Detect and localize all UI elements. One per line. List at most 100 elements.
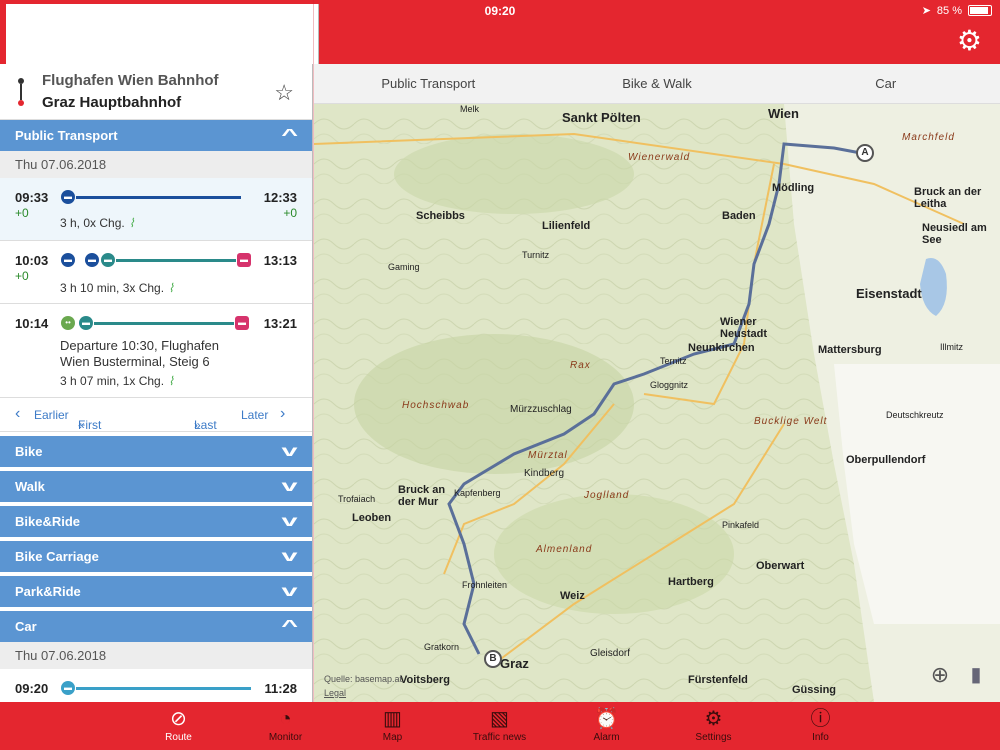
map-label-bucklige-welt: Bucklige Welt xyxy=(754,416,828,427)
tab-public-transport[interactable]: Public Transport xyxy=(314,64,543,103)
tab-car[interactable]: Car xyxy=(771,64,1000,103)
top-bar: iPad ◠ 09:20 ➤ 85 % ‹ Journeyplanner Con… xyxy=(0,0,1000,642)
chevron-right-icon[interactable]: › xyxy=(280,405,285,423)
map-copyright: Quelle: basemap.at xyxy=(324,674,403,684)
info-icon: ⓘ xyxy=(810,708,831,730)
departure-info-line1: Departure 10:30, Flughafen xyxy=(60,338,219,353)
route-dots-icon xyxy=(18,78,24,108)
back-button[interactable]: ‹ Journeyplanner xyxy=(8,31,137,53)
map-label-gloggnitz: Gloggnitz xyxy=(650,380,689,390)
train-icon: ▬ xyxy=(61,253,75,267)
tab-alarm[interactable]: ⏰ Alarm xyxy=(553,702,660,750)
map-label-lilienfeld: Lilienfeld xyxy=(542,220,591,232)
battery-percent: 85 % xyxy=(936,4,962,17)
map-label-fuerstenfeld: Fürstenfeld xyxy=(688,674,748,686)
star-icon[interactable]: ☆ xyxy=(274,80,294,106)
tab-label: Route xyxy=(165,732,192,743)
section-label: Bike&Ride xyxy=(15,514,81,529)
mode-tabs: Public Transport Bike & Walk Car xyxy=(314,64,1000,104)
departure-time: 10:03 xyxy=(15,253,49,268)
chevron-down-icon: v xyxy=(281,442,298,460)
tab-label: Alarm xyxy=(593,732,620,743)
tab-monitor[interactable]: ◔ Monitor xyxy=(232,702,339,750)
tab-traffic-news[interactable]: ▧ Traffic news xyxy=(446,702,553,750)
section-park-ride[interactable]: Park&Ride v xyxy=(0,576,312,607)
map-label-marchfeld: Marchfeld xyxy=(902,132,955,143)
arrival-delay: +0 xyxy=(283,206,297,220)
train-icon: ▬ xyxy=(61,190,75,204)
departure-time: 09:20 xyxy=(15,681,49,696)
map-label-turnitz: Turnitz xyxy=(522,250,550,260)
pager: ‹ Earlier «First Last» Later › xyxy=(0,398,312,432)
bus-icon: ▬ xyxy=(79,316,93,330)
tab-info[interactable]: ⓘ Info xyxy=(767,702,874,750)
duration-text: 3 h 10 min, 3x Chg. xyxy=(60,281,165,295)
map-label-almenland: Almenland xyxy=(536,544,593,555)
pin-destination[interactable]: B xyxy=(484,650,502,668)
map-view[interactable]: Wien Sankt Pölten Mödling Baden Eisensta… xyxy=(314,104,1000,702)
section-label: Bike Carriage xyxy=(15,549,99,564)
back-label: Journeyplanner xyxy=(19,32,137,51)
chevron-down-icon: v xyxy=(281,547,298,565)
section-car[interactable]: Car ^ xyxy=(0,611,312,642)
bus-icon: ▬ xyxy=(101,253,115,267)
map-label-neunkirchen: Neunkirchen xyxy=(688,342,755,354)
duration-text: 3 h 07 min, 1x Chg. xyxy=(60,374,165,388)
section-label: Car xyxy=(15,619,37,634)
departure-time: 10:14 xyxy=(15,316,49,331)
map-icon: ▥ xyxy=(383,708,402,730)
chevron-left-icon[interactable]: ‹ xyxy=(15,405,20,423)
later-button[interactable]: Later xyxy=(241,408,268,422)
destination-icon: ▬ xyxy=(235,316,249,330)
stop-to: Graz Hauptbahnhof xyxy=(42,94,182,111)
section-public-transport[interactable]: Public Transport ^ xyxy=(0,120,312,151)
alarm-clock-icon: ⏰ xyxy=(594,708,619,730)
clock: 09:20 xyxy=(484,4,516,18)
section-walk[interactable]: Walk v xyxy=(0,471,312,502)
leg-bar xyxy=(116,259,236,262)
map-layers-icon[interactable]: ▮ xyxy=(962,662,990,690)
map-label-neusiedl: Neusiedl am See xyxy=(922,222,987,246)
map-label-muerztal: Mürztal xyxy=(528,450,568,461)
location-arrow-icon: ➤ xyxy=(921,5,931,17)
duration: 3 h, 0x Chg. ⌇ xyxy=(60,216,135,230)
map-label-melk: Melk xyxy=(460,104,480,114)
connection-row[interactable]: 10:14 13:21 •• ▬ ▬ Departure 10:30, Flug… xyxy=(0,304,312,398)
monitor-icon: ◔ xyxy=(279,708,292,730)
tab-bike-walk[interactable]: Bike & Walk xyxy=(543,64,772,103)
tab-map[interactable]: ▥ Map xyxy=(339,702,446,750)
connections-panel: Flughafen Wien Bahnhof Graz Hauptbahnhof… xyxy=(0,64,313,702)
leaf-icon: ⌇ xyxy=(168,374,174,388)
locate-icon[interactable]: ⊕ xyxy=(926,662,954,690)
gear-icon[interactable]: ⚙ xyxy=(957,24,982,57)
map-label-graz: Graz xyxy=(500,656,529,671)
tab-settings[interactable]: ⚙ Settings xyxy=(660,702,767,750)
departure-info-line2: Wien Busterminal, Steig 6 xyxy=(60,354,210,369)
map-label-deutschkreutz: Deutschkreutz xyxy=(886,410,944,420)
pin-origin[interactable]: A xyxy=(856,144,874,162)
map-label-pinkafeld: Pinkafeld xyxy=(722,520,760,530)
departure-delay: +0 xyxy=(15,206,29,220)
legal-link[interactable]: Legal xyxy=(324,688,346,698)
double-chevron-right-icon: » xyxy=(194,418,201,432)
earlier-button[interactable]: Earlier xyxy=(34,408,69,422)
first-label: First xyxy=(78,418,102,432)
leaf-icon: ⌇ xyxy=(128,216,135,230)
section-bike-ride[interactable]: Bike&Ride v xyxy=(0,506,312,537)
tab-route[interactable]: ⊘ Route xyxy=(125,702,232,750)
connection-row[interactable]: 09:20 11:28 ▬ xyxy=(0,669,312,702)
duration-text: 3 h, 0x Chg. xyxy=(60,216,125,230)
map-label-gleisdorf: Gleisdorf xyxy=(590,648,631,659)
arrival-time: 13:21 xyxy=(263,316,297,331)
map-label-ternitz: Ternitz xyxy=(660,356,687,366)
chevron-up-icon: ^ xyxy=(280,126,298,144)
connection-row[interactable]: 09:33 12:33 +0 +0 ▬ 3 h, 0x Chg. ⌇ xyxy=(0,178,312,241)
map-label-oberpullendorf: Oberpullendorf xyxy=(846,454,926,466)
section-bike-carriage[interactable]: Bike Carriage v xyxy=(0,541,312,572)
section-bike[interactable]: Bike v xyxy=(0,436,312,467)
tab-label: Traffic news xyxy=(472,732,527,743)
train-icon: ▬ xyxy=(85,253,99,267)
connection-row[interactable]: 10:03 13:13 +0 ▬ ▬ ▬ ▬ 3 h 10 min, 3x Ch… xyxy=(0,241,312,304)
arrival-time: 11:28 xyxy=(264,681,297,696)
refresh-icon[interactable]: ↻ xyxy=(281,28,301,57)
